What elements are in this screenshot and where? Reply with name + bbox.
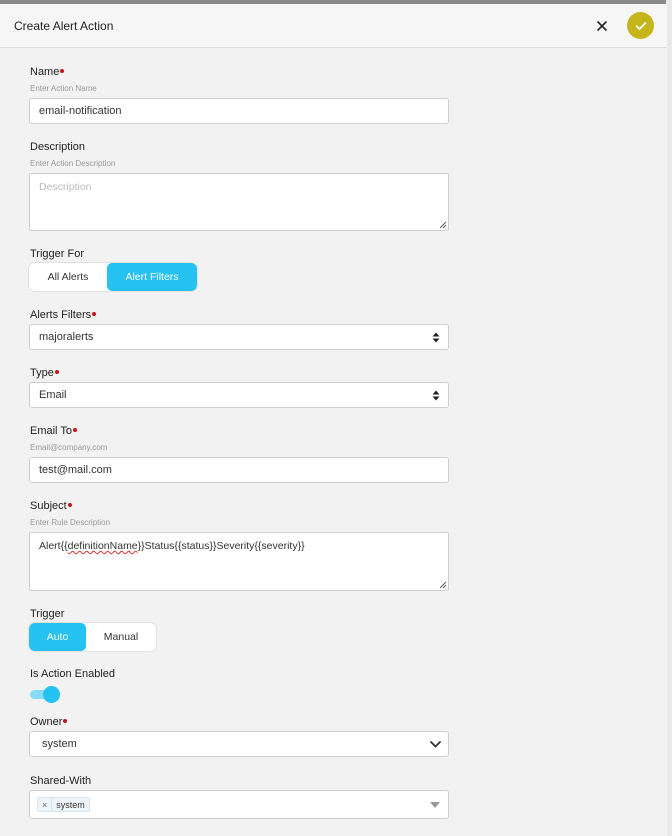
trigger-auto[interactable]: Auto <box>29 623 86 651</box>
required-indicator <box>92 312 97 317</box>
trigger-for-alert-filters[interactable]: Alert Filters <box>107 263 197 291</box>
dialog-header: Create Alert Action <box>0 4 667 48</box>
shared-with-select[interactable]: × system <box>29 790 449 819</box>
close-icon <box>597 21 607 31</box>
check-icon <box>635 21 646 30</box>
is-action-enabled-toggle[interactable] <box>30 686 60 703</box>
name-label-text: Name <box>30 66 60 78</box>
caret-down-icon <box>430 802 440 808</box>
subject-textarea[interactable]: Alert{{definitionName}}Status{{status}}S… <box>29 532 449 591</box>
subject-label-text: Subject <box>30 500 67 512</box>
required-indicator <box>72 428 77 433</box>
owner-label-text: Owner <box>30 716 63 728</box>
description-textarea[interactable]: Description <box>29 173 449 231</box>
trigger-label: Trigger <box>30 608 65 620</box>
alerts-filters-label-text: Alerts Filters <box>30 309 92 321</box>
shared-with-chip: × system <box>37 797 90 812</box>
subject-label: Subject <box>30 500 72 512</box>
email-to-input[interactable]: test@mail.com <box>29 457 449 483</box>
sort-arrows-icon <box>432 390 440 401</box>
required-indicator <box>54 370 59 375</box>
is-action-enabled-label: Is Action Enabled <box>30 668 116 680</box>
trigger-manual[interactable]: Manual <box>86 623 156 651</box>
description-label: Description <box>30 141 86 153</box>
email-to-value: test@mail.com <box>39 464 112 476</box>
subject-value-misspelled: definitionName <box>67 540 138 552</box>
close-button[interactable] <box>594 18 610 34</box>
resize-grip-icon[interactable] <box>438 220 447 229</box>
alerts-filters-select[interactable]: majoralerts <box>29 324 449 350</box>
type-select[interactable]: Email <box>29 382 449 408</box>
owner-select[interactable]: system <box>29 731 449 757</box>
subject-hint: Enter Rule Description <box>30 518 111 527</box>
name-input[interactable]: email-notification <box>29 98 449 124</box>
alerts-filters-label: Alerts Filters <box>30 309 97 321</box>
alerts-filters-value: majoralerts <box>39 331 94 343</box>
resize-grip-icon[interactable] <box>438 580 447 589</box>
type-label-text: Type <box>30 367 54 379</box>
trigger-for-segmented: All Alerts Alert Filters <box>29 263 197 291</box>
subject-value-prefix: Alert{{ <box>39 540 68 552</box>
chip-label: system <box>56 799 85 810</box>
trigger-segmented: Auto Manual <box>29 623 156 651</box>
required-indicator <box>63 719 68 724</box>
type-value: Email <box>39 389 67 401</box>
chip-remove-button[interactable]: × <box>38 798 53 811</box>
owner-value: system <box>42 738 77 750</box>
subject-value: Alert{{definitionName}}Status{{status}}S… <box>39 540 305 552</box>
create-alert-action-dialog: Create Alert Action <box>0 4 667 836</box>
description-hint: Enter Action Description <box>30 159 116 168</box>
name-hint: Enter Action Name <box>30 84 97 93</box>
type-label: Type <box>30 367 59 379</box>
name-label: Name <box>30 66 65 78</box>
shared-with-label: Shared-With <box>30 775 92 787</box>
required-indicator <box>60 69 65 74</box>
name-input-value: email-notification <box>39 105 122 117</box>
chevron-down-icon <box>430 741 441 748</box>
description-placeholder: Description <box>39 181 92 193</box>
email-to-label-text: Email To <box>30 425 72 437</box>
toggle-knob <box>43 686 60 703</box>
confirm-button[interactable] <box>627 12 654 39</box>
subject-value-suffix: }}Status{{status}}Severity{{severity}} <box>137 540 305 552</box>
trigger-for-all-alerts[interactable]: All Alerts <box>29 263 107 291</box>
email-to-label: Email To <box>30 425 77 437</box>
email-to-hint: Email@company.com <box>30 443 108 452</box>
required-indicator <box>67 503 72 508</box>
trigger-for-label: Trigger For <box>30 248 84 260</box>
owner-label: Owner <box>30 716 68 728</box>
sort-arrows-icon <box>432 332 440 343</box>
dialog-title: Create Alert Action <box>14 18 114 33</box>
